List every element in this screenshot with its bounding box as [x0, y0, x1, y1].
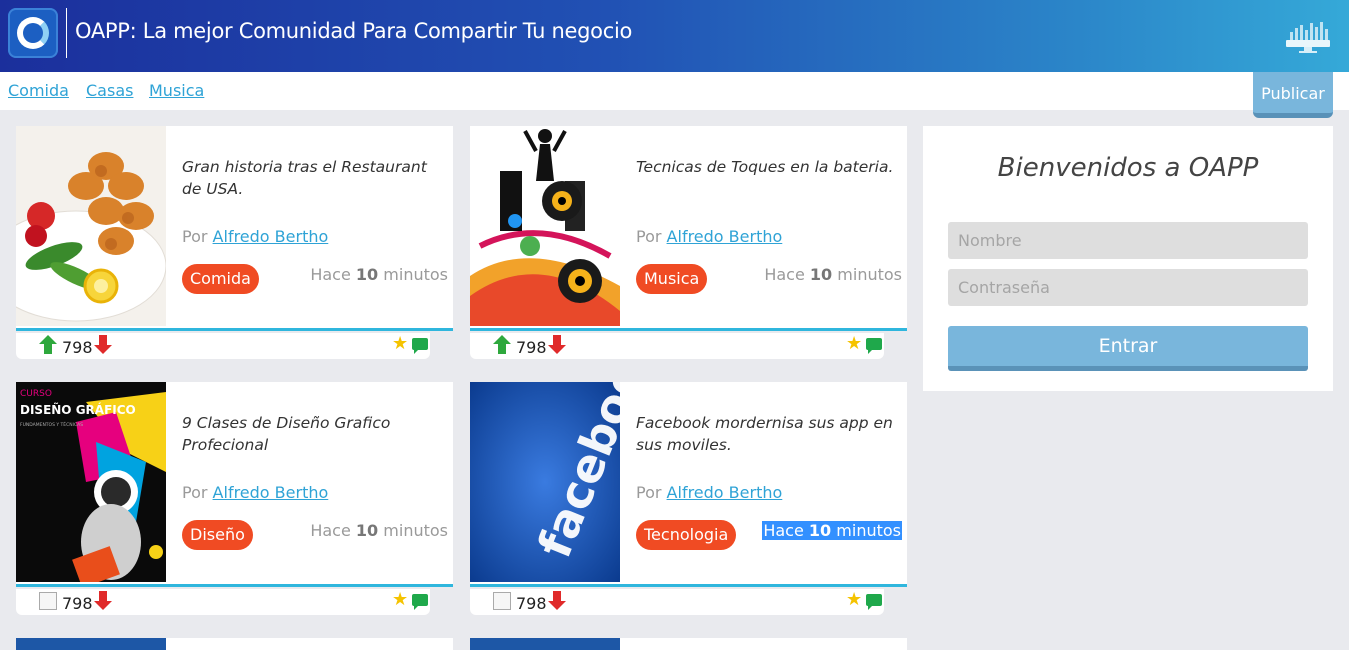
star-icon[interactable]: ★: [846, 591, 862, 609]
top-header: OAPP: La mejor Comunidad Para Compartir …: [0, 0, 1349, 72]
downvote-arrow-icon[interactable]: [548, 335, 566, 354]
thumb-text-line-1: CURSO: [20, 389, 52, 399]
post-title[interactable]: Gran historia tras el Restaurant de USA.: [182, 156, 442, 200]
comment-icon[interactable]: [412, 338, 428, 354]
password-input[interactable]: [948, 269, 1308, 306]
post-card[interactable]: Gran historia tras el Restaurant de USA.…: [16, 126, 453, 331]
post-time-selected: Hace 10 minutos: [762, 521, 902, 540]
post-card[interactable]: CURSO DISEÑO GRÁFICO FUNDAMENTOS Y TÉCNI…: [16, 382, 453, 587]
category-tag[interactable]: Tecnologia: [636, 520, 737, 550]
time-number: 10: [355, 265, 379, 284]
comment-icon[interactable]: [866, 594, 882, 610]
star-icon[interactable]: ★: [392, 591, 408, 609]
author-link[interactable]: Alfredo Bertho: [213, 483, 329, 502]
category-tag[interactable]: Diseño: [182, 520, 253, 550]
upvote-arrow-icon[interactable]: [39, 335, 57, 354]
post-card[interactable]: Tecnicas de Toques en la bateria. Por Al…: [470, 126, 907, 331]
time-prefix: Hace: [310, 521, 351, 540]
downvote-arrow-icon[interactable]: [94, 591, 112, 610]
post-thumbnail-design[interactable]: CURSO DISEÑO GRÁFICO FUNDAMENTOS Y TÉCNI…: [16, 382, 166, 582]
vote-count: 798: [62, 338, 93, 357]
post-thumbnail-music[interactable]: [470, 126, 620, 326]
byline-prefix: Por: [636, 483, 662, 502]
post-card-partial[interactable]: [16, 638, 453, 650]
time-prefix: Hace: [764, 265, 805, 284]
time-unit: minutos: [837, 265, 902, 284]
post-title[interactable]: Tecnicas de Toques en la bateria.: [636, 156, 896, 178]
broken-image-icon[interactable]: [493, 592, 511, 610]
broken-image-icon[interactable]: [39, 592, 57, 610]
publish-button[interactable]: Publicar: [1253, 72, 1333, 118]
post-thumbnail-partial[interactable]: [16, 638, 166, 650]
time-number: 10: [355, 521, 379, 540]
vote-count: 798: [62, 594, 93, 613]
monitor-menu-icon[interactable]: [1285, 20, 1331, 54]
post-time: Hace 10 minutos: [310, 265, 448, 284]
downvote-arrow-icon[interactable]: [548, 591, 566, 610]
welcome-heading: Bienvenidos a OAPP: [997, 153, 1259, 183]
post-card-partial[interactable]: [470, 638, 907, 650]
vote-count: 798: [516, 594, 547, 613]
time-unit: minutos: [383, 521, 448, 540]
post-time: Hace 10 minutos: [310, 521, 448, 540]
app-title: OAPP: La mejor Comunidad Para Compartir …: [75, 19, 633, 43]
login-button[interactable]: Entrar: [948, 326, 1308, 371]
time-prefix: Hace: [763, 521, 804, 540]
nav-link-casas[interactable]: Casas: [86, 81, 133, 100]
comment-icon[interactable]: [866, 338, 882, 354]
logo-ring-icon: [17, 17, 49, 49]
post-byline: Por Alfredo Bertho: [636, 227, 782, 246]
category-tag[interactable]: Musica: [636, 264, 708, 294]
post-time: Hace 10 minutos: [764, 265, 902, 284]
upvote-arrow-icon[interactable]: [493, 335, 511, 354]
author-link[interactable]: Alfredo Bertho: [213, 227, 329, 246]
comment-icon[interactable]: [412, 594, 428, 610]
downvote-arrow-icon[interactable]: [94, 335, 112, 354]
vote-count: 798: [516, 338, 547, 357]
post-title[interactable]: Facebook mordernisa sus app en sus movil…: [636, 412, 896, 456]
byline-prefix: Por: [182, 227, 208, 246]
header-divider: [66, 8, 67, 58]
byline-prefix: Por: [636, 227, 662, 246]
time-unit: minutos: [836, 521, 901, 540]
post-thumbnail-facebook[interactable]: facebook: [470, 382, 620, 582]
post-thumbnail-partial[interactable]: [470, 638, 620, 650]
nav-link-comida[interactable]: Comida: [8, 81, 69, 100]
time-prefix: Hace: [310, 265, 351, 284]
thumb-text-line-2: DISEÑO GRÁFICO: [20, 402, 136, 417]
vote-bar: 798 ★: [16, 333, 430, 359]
author-link[interactable]: Alfredo Bertho: [667, 483, 783, 502]
vote-bar: 798 ★: [16, 589, 430, 615]
time-unit: minutos: [383, 265, 448, 284]
post-byline: Por Alfredo Bertho: [182, 483, 328, 502]
byline-prefix: Por: [182, 483, 208, 502]
app-logo[interactable]: [8, 8, 58, 58]
login-panel: Bienvenidos a OAPP Entrar: [923, 126, 1333, 391]
author-link[interactable]: Alfredo Bertho: [667, 227, 783, 246]
nav-link-musica[interactable]: Musica: [149, 81, 204, 100]
post-byline: Por Alfredo Bertho: [182, 227, 328, 246]
post-title[interactable]: 9 Clases de Diseño Grafico Profecional: [182, 412, 442, 456]
star-icon[interactable]: ★: [392, 335, 408, 353]
post-byline: Por Alfredo Bertho: [636, 483, 782, 502]
time-number: 10: [808, 521, 832, 540]
post-thumbnail-food[interactable]: [16, 126, 166, 326]
vote-bar: 798 ★: [470, 589, 884, 615]
category-tag[interactable]: Comida: [182, 264, 259, 294]
time-number: 10: [809, 265, 833, 284]
vote-bar: 798 ★: [470, 333, 884, 359]
name-input[interactable]: [948, 222, 1308, 259]
post-card[interactable]: facebook Facebook mordernisa sus app en …: [470, 382, 907, 587]
star-icon[interactable]: ★: [846, 335, 862, 353]
